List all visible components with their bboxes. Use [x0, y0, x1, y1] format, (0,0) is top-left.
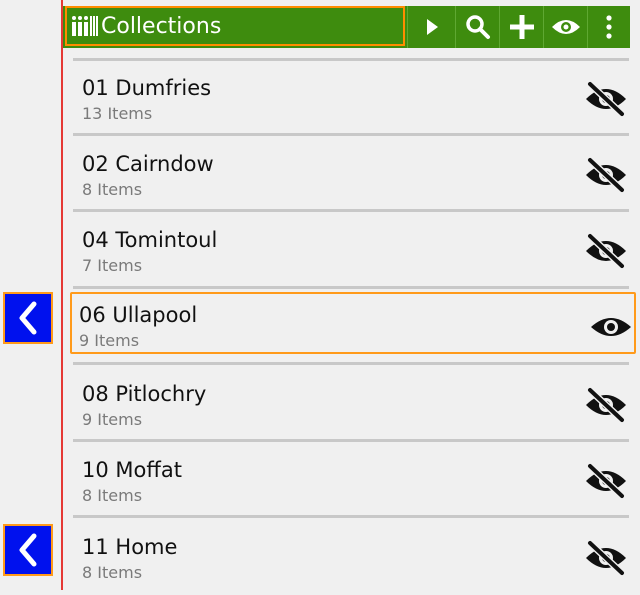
add-icon — [509, 15, 534, 39]
item-count: 9 Items — [82, 410, 143, 429]
library-icon — [71, 14, 99, 38]
toolbar: Collections — [63, 6, 630, 48]
visibility-toggle[interactable] — [583, 80, 629, 118]
divider — [73, 515, 629, 518]
visibility-toggle[interactable] — [583, 386, 629, 424]
eye-off-icon — [586, 81, 626, 117]
more-options-button[interactable] — [587, 6, 630, 48]
back-button[interactable] — [3, 524, 53, 576]
toolbar-title-block[interactable]: Collections — [65, 6, 405, 46]
list-item[interactable]: 11 Home 8 Items — [73, 521, 631, 595]
item-name: 11 Home — [82, 535, 178, 559]
divider — [73, 286, 629, 289]
list-item[interactable]: 08 Pitlochry 9 Items — [73, 368, 631, 442]
visibility-toggle[interactable] — [583, 156, 629, 194]
item-name: 02 Cairndow — [82, 152, 214, 176]
item-name: 06 Ullapool — [79, 303, 198, 327]
item-count: 7 Items — [82, 256, 143, 275]
more-vert-icon — [606, 15, 612, 39]
item-count: 8 Items — [82, 180, 143, 199]
visibility-toggle[interactable] — [583, 539, 629, 577]
item-name: 04 Tomintoul — [82, 228, 218, 252]
item-name: 01 Dumfries — [82, 76, 212, 100]
toggle-visibility-button[interactable] — [543, 6, 587, 48]
eye-icon — [591, 318, 631, 336]
list-item-selected[interactable]: 06 Ullapool 9 Items — [70, 292, 636, 354]
margin-divider — [61, 0, 63, 590]
visibility-toggle[interactable] — [588, 308, 634, 346]
item-name: 08 Pitlochry — [82, 382, 207, 406]
app-screen: Collections 01 Dumfries 13 Items 02 Cair… — [0, 0, 640, 595]
divider — [73, 362, 629, 365]
chevron-left-icon — [19, 301, 37, 335]
eye-off-icon — [586, 540, 626, 576]
list-item[interactable]: 10 Moffat 8 Items — [73, 444, 631, 518]
page-title: Collections — [101, 13, 222, 39]
divider — [73, 209, 629, 212]
divider — [73, 133, 629, 136]
add-button[interactable] — [499, 6, 543, 48]
divider — [73, 58, 629, 61]
list-item[interactable]: 01 Dumfries 13 Items — [73, 62, 631, 136]
item-name: 10 Moffat — [82, 458, 182, 482]
visibility-toggle[interactable] — [583, 462, 629, 500]
list-item[interactable]: 04 Tomintoul 7 Items — [73, 214, 631, 288]
chevron-left-icon — [19, 533, 37, 567]
search-icon — [465, 15, 490, 39]
eye-off-icon — [586, 233, 626, 269]
item-count: 8 Items — [82, 486, 143, 505]
item-count: 13 Items — [82, 104, 153, 123]
eye-off-icon — [586, 387, 626, 423]
search-button[interactable] — [455, 6, 499, 48]
eye-off-icon — [586, 463, 626, 499]
item-count: 8 Items — [82, 563, 143, 582]
back-button[interactable] — [3, 292, 53, 344]
divider — [73, 439, 629, 442]
eye-icon — [551, 20, 580, 34]
visibility-toggle[interactable] — [583, 232, 629, 270]
item-count: 9 Items — [79, 331, 140, 350]
play-icon — [426, 19, 438, 35]
list-item[interactable]: 02 Cairndow 8 Items — [73, 138, 631, 212]
play-button[interactable] — [407, 6, 455, 48]
eye-off-icon — [586, 157, 626, 193]
